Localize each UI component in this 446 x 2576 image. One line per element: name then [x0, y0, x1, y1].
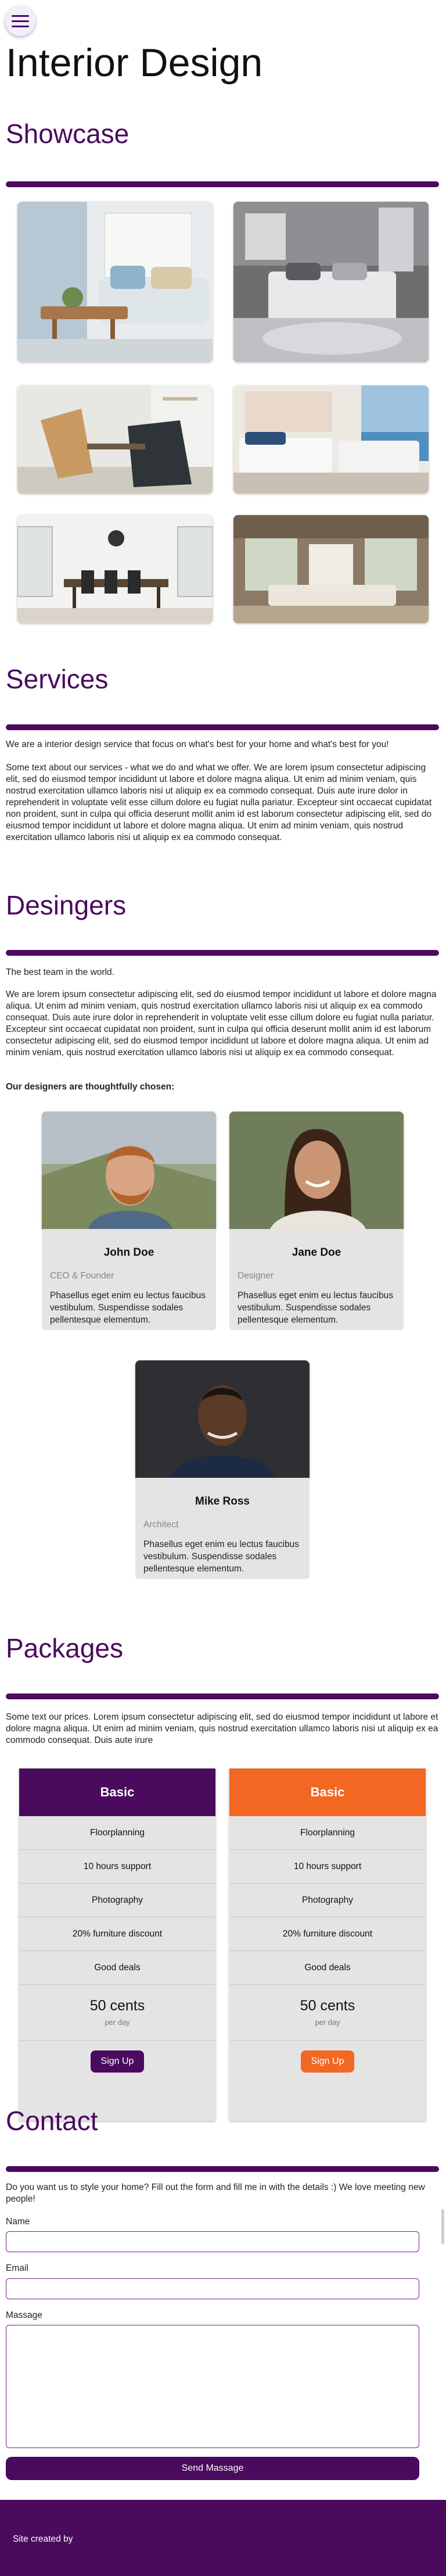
package-feature: Floorplanning — [19, 1816, 215, 1850]
package-price: 50 cents — [300, 1998, 355, 2014]
designers-chosen-label: Our designers are thoughtfully chosen: — [6, 1082, 175, 1092]
designer-desc: Phasellus eget enim eu lectus faucibus v… — [238, 1291, 393, 1325]
services-intro: We are a interior design service that fo… — [6, 739, 389, 749]
scrollbar-thumb[interactable] — [441, 2209, 444, 2244]
packages-heading: Packages — [6, 1633, 124, 1663]
open-plan-living-photo — [233, 515, 429, 623]
package-title: Basic — [19, 1768, 215, 1816]
name-label: Name — [6, 2217, 30, 2227]
designer-photo — [42, 1112, 216, 1229]
designer-role: Architect — [143, 1520, 179, 1530]
message-field[interactable] — [6, 2325, 419, 2448]
designer-card: Mike Ross Architect Phasellus eget enim … — [135, 1360, 310, 1579]
package-period: per day — [105, 2018, 130, 2027]
designer-name: Mike Ross — [195, 1495, 250, 1507]
section-divider — [6, 950, 439, 956]
package-feature: 20% furniture discount — [229, 1917, 426, 1951]
designer-desc: Phasellus eget enim eu lectus faucibus v… — [143, 1539, 299, 1574]
package-feature: 10 hours support — [229, 1850, 426, 1884]
package-feature: Good deals — [19, 1951, 215, 1985]
email-label: Email — [6, 2263, 28, 2273]
designer-role: CEO & Founder — [50, 1271, 114, 1281]
sign-up-button[interactable]: Sign Up — [90, 2050, 145, 2073]
designer-card: Jane Doe Designer Phasellus eget enim eu… — [229, 1112, 404, 1330]
email-field[interactable] — [6, 2278, 419, 2299]
package-feature: Good deals — [229, 1951, 426, 1985]
package-feature: Photography — [19, 1884, 215, 1917]
bedroom-photo — [233, 202, 429, 362]
package-feature: Floorplanning — [229, 1816, 426, 1850]
designer-name: John Doe — [103, 1246, 154, 1259]
page-title: Interior Design — [6, 41, 263, 85]
living-room-photo — [17, 202, 213, 362]
package-card: Basic Floorplanning 10 hours support Pho… — [19, 1768, 215, 2121]
services-body: Some text about our services - what we d… — [6, 763, 432, 842]
dining-chairs-photo — [17, 385, 213, 494]
designer-name: Jane Doe — [292, 1246, 341, 1259]
section-divider — [6, 1693, 439, 1699]
services-heading: Services — [6, 664, 109, 694]
designer-photo — [135, 1360, 310, 1478]
package-feature: 10 hours support — [19, 1850, 215, 1884]
sign-up-button[interactable]: Sign Up — [300, 2050, 355, 2073]
package-feature: Photography — [229, 1884, 426, 1917]
ocean-view-bedroom-photo — [233, 385, 429, 494]
package-feature: 20% furniture discount — [19, 1917, 215, 1951]
section-divider — [6, 2166, 439, 2172]
showcase-heading: Showcase — [6, 119, 130, 149]
section-divider — [6, 724, 439, 730]
packages-intro: Some text our prices. Lorem ipsum consec… — [6, 1712, 438, 1745]
package-card: Basic Floorplanning 10 hours support Pho… — [229, 1768, 426, 2121]
package-price: 50 cents — [89, 1998, 145, 2014]
send-message-button[interactable]: Send Massage — [6, 2457, 419, 2480]
section-divider — [6, 181, 439, 187]
menu-button[interactable] — [5, 6, 35, 36]
package-title: Basic — [229, 1768, 426, 1816]
designer-card: John Doe CEO & Founder Phasellus eget en… — [42, 1112, 216, 1330]
designers-heading: Desingers — [6, 890, 127, 920]
message-label: Massage — [6, 2310, 42, 2320]
designer-desc: Phasellus eget enim eu lectus faucibus v… — [50, 1291, 206, 1325]
designers-tagline: The best team in the world. — [6, 967, 114, 977]
designers-body: We are lorem ipsum consectetur adipiscin… — [6, 989, 437, 1057]
footer: Site created by — [0, 2500, 446, 2576]
contact-intro: Do you want us to style your home? Fill … — [6, 2182, 425, 2204]
footer-text: Site created by — [13, 2534, 73, 2544]
name-field[interactable] — [6, 2231, 419, 2252]
designer-role: Designer — [238, 1271, 274, 1281]
contact-heading: Contact — [6, 2106, 98, 2136]
hamburger-menu-icon — [12, 15, 29, 17]
dining-room-photo — [17, 515, 213, 623]
designer-photo — [229, 1112, 404, 1229]
package-period: per day — [315, 2018, 340, 2027]
